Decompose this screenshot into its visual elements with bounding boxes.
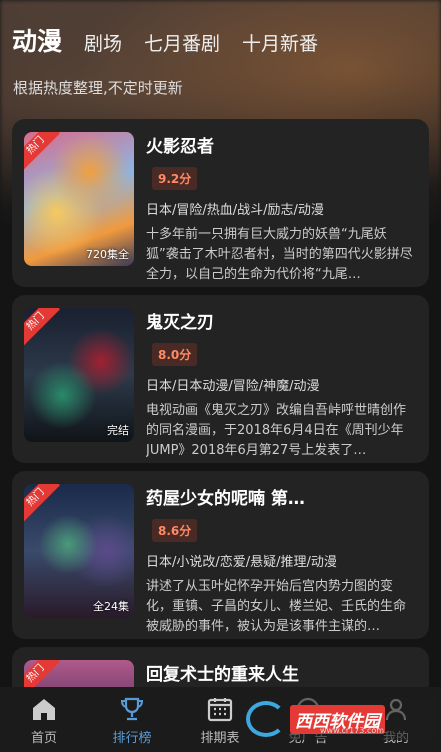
- anime-card[interactable]: 热门 720集全 火影忍者 9.2分 日本/冒险/热血/战斗/励志/动漫 十多年…: [12, 119, 429, 287]
- anime-description: 十多年前一只拥有巨大威力的妖兽“九尾妖狐”袭击了木叶忍者村，当时的第四代火影拼尽…: [146, 227, 413, 282]
- anime-card[interactable]: 热门 全24集 药屋少女的呢喃 第… 8.6分 日本/小说改/恋爱/悬疑/推理/…: [12, 471, 429, 639]
- episode-count: 全24集: [93, 600, 129, 613]
- poster-image: 热门 完结: [24, 308, 134, 442]
- list-subtitle: 根据热度整理,不定时更新: [13, 79, 183, 97]
- nav-schedule-label: 排期表: [200, 731, 240, 746]
- anime-title: 回复术士的重来人生: [146, 665, 299, 685]
- anime-description: 电视动画《鬼灭之刃》改编自吾峠呼世晴创作的同名漫画，于2018年6月4日在《周刊…: [146, 403, 407, 458]
- genre-tags: 日本/日本动漫/冒险/神魔/动漫: [146, 379, 320, 394]
- top-tabs: 动漫 剧场 七月番剧 十月新番: [12, 22, 340, 58]
- tab-october-season[interactable]: 十月新番: [242, 29, 318, 56]
- anime-title: 火影忍者: [146, 137, 214, 157]
- genre-tags: 日本/小说改/恋爱/悬疑/推理/动漫: [146, 555, 337, 570]
- tab-july-season[interactable]: 七月番剧: [144, 29, 220, 56]
- anime-card[interactable]: 热门 完结 鬼灭之刃 8.0分 日本/日本动漫/冒险/神魔/动漫 电视动画《鬼灭…: [12, 295, 429, 463]
- watermark-url: www.cr173.com: [320, 726, 385, 735]
- home-icon: [33, 699, 55, 720]
- tab-theater[interactable]: 剧场: [84, 29, 122, 56]
- episode-count: 720集全: [86, 248, 129, 261]
- poster-image: 热门 720集全: [24, 132, 134, 266]
- nav-home-label: 首页: [30, 731, 57, 746]
- watermark-logo-icon: [246, 701, 286, 737]
- poster-image: 热门 全24集: [24, 484, 134, 618]
- nav-ranking-label: 排行榜: [112, 731, 152, 746]
- anime-title: 鬼灭之刃: [146, 313, 214, 333]
- episode-count: 完结: [107, 424, 129, 437]
- nav-ranking[interactable]: 排行榜: [88, 687, 176, 752]
- calendar-icon: [207, 698, 233, 722]
- score-badge: 8.6分: [152, 519, 198, 542]
- watermark: 西西软件园 www.cr173.com: [240, 698, 436, 740]
- anime-description: 讲述了从玉叶妃怀孕开始后宫内势力图的变化，重镇、子昌的女儿、楼兰妃、壬氏的生命被…: [146, 579, 407, 634]
- genre-tags: 日本/冒险/热血/战斗/励志/动漫: [146, 203, 324, 218]
- tab-anime[interactable]: 动漫: [12, 22, 62, 58]
- trophy-icon: [120, 697, 144, 721]
- anime-title: 药屋少女的呢喃 第…: [146, 489, 305, 509]
- anime-list: 热门 720集全 火影忍者 9.2分 日本/冒险/热血/战斗/励志/动漫 十多年…: [12, 119, 429, 715]
- nav-home[interactable]: 首页: [0, 687, 88, 752]
- score-badge: 8.0分: [152, 343, 198, 366]
- score-badge: 9.2分: [152, 167, 198, 190]
